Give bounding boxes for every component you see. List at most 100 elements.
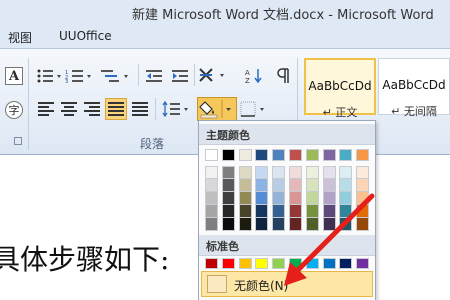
- theme-shade-swatch[interactable]: [289, 179, 302, 192]
- theme-shade-swatch[interactable]: [289, 166, 302, 179]
- standard-color-swatch[interactable]: [205, 258, 218, 269]
- style-normal[interactable]: AaBbCcDd ↵ 正文: [304, 58, 376, 119]
- theme-shade-swatch[interactable]: [339, 218, 353, 231]
- theme-shade-swatch[interactable]: [339, 179, 353, 192]
- distributed-button[interactable]: [130, 99, 150, 119]
- theme-color-swatch[interactable]: [221, 149, 235, 161]
- document-text[interactable]: 具体步骤如下:: [0, 238, 169, 278]
- standard-color-swatch[interactable]: [289, 258, 302, 269]
- theme-shade-swatch[interactable]: [221, 192, 235, 205]
- theme-color-swatch[interactable]: [272, 149, 286, 161]
- theme-shade-swatch[interactable]: [305, 166, 319, 179]
- theme-shade-swatch[interactable]: [356, 192, 370, 205]
- theme-shade-swatch[interactable]: [205, 218, 218, 231]
- standard-color-swatch[interactable]: [322, 258, 336, 269]
- theme-shade-swatch[interactable]: [356, 179, 370, 192]
- style-name: ↵ 无间隔: [391, 105, 437, 118]
- theme-shade-swatch[interactable]: [255, 218, 269, 231]
- align-right-button[interactable]: [82, 99, 102, 119]
- standard-color-swatch[interactable]: [221, 258, 235, 269]
- theme-shade-swatch[interactable]: [272, 192, 286, 205]
- theme-shade-swatch[interactable]: [221, 179, 235, 192]
- theme-shade-swatch[interactable]: [272, 218, 286, 231]
- standard-color-swatch[interactable]: [339, 258, 353, 269]
- theme-shade-swatch[interactable]: [289, 205, 302, 218]
- standard-color-swatch[interactable]: [356, 258, 370, 269]
- theme-shade-swatch[interactable]: [356, 205, 370, 218]
- theme-color-swatch[interactable]: [305, 149, 319, 161]
- decrease-indent-button[interactable]: [144, 66, 166, 86]
- theme-shade-swatch[interactable]: [255, 205, 269, 218]
- theme-color-swatch[interactable]: [255, 149, 269, 161]
- shading-button[interactable]: [197, 97, 237, 121]
- theme-shade-swatch[interactable]: [272, 179, 286, 192]
- theme-color-swatch[interactable]: [356, 149, 370, 161]
- theme-shade-swatch[interactable]: [272, 205, 286, 218]
- align-left-button[interactable]: [36, 99, 56, 119]
- bullets-button[interactable]: [36, 66, 64, 86]
- increase-indent-button[interactable]: [170, 66, 192, 86]
- theme-shade-swatch[interactable]: [322, 166, 336, 179]
- theme-shade-swatch[interactable]: [205, 205, 218, 218]
- title-bar: 新建 Microsoft Word 文档.docx - Microsoft Wo…: [0, 0, 450, 24]
- justify-button[interactable]: [105, 98, 127, 120]
- theme-colors-label: 主题颜色: [206, 129, 250, 142]
- theme-color-swatch[interactable]: [339, 149, 353, 161]
- theme-color-swatch[interactable]: [205, 149, 218, 161]
- line-spacing-button[interactable]: [162, 99, 192, 119]
- theme-shade-swatch[interactable]: [221, 166, 235, 179]
- theme-shade-swatch[interactable]: [238, 166, 252, 179]
- theme-shade-swatch[interactable]: [238, 192, 252, 205]
- theme-shade-swatch[interactable]: [305, 192, 319, 205]
- theme-shade-swatch[interactable]: [305, 179, 319, 192]
- theme-shade-swatch[interactable]: [221, 218, 235, 231]
- theme-shade-swatch[interactable]: [238, 218, 252, 231]
- show-hide-marks-button[interactable]: [273, 66, 293, 86]
- theme-shade-swatch[interactable]: [339, 205, 353, 218]
- theme-shade-swatch[interactable]: [356, 166, 370, 179]
- style-no-spacing[interactable]: AaBbCcDd ↵ 无间隔: [378, 58, 450, 118]
- theme-color-swatch[interactable]: [322, 149, 336, 161]
- theme-shade-swatch[interactable]: [356, 218, 370, 231]
- theme-shade-swatch[interactable]: [205, 179, 218, 192]
- theme-shade-swatch[interactable]: [305, 205, 319, 218]
- theme-shade-swatch[interactable]: [221, 205, 235, 218]
- theme-shade-swatch[interactable]: [322, 218, 336, 231]
- theme-shade-swatch[interactable]: [339, 166, 353, 179]
- theme-shade-swatch[interactable]: [238, 205, 252, 218]
- theme-shade-swatch[interactable]: [305, 218, 319, 231]
- theme-shade-swatch[interactable]: [205, 192, 218, 205]
- standard-color-swatch[interactable]: [305, 258, 319, 269]
- theme-shade-swatch[interactable]: [289, 192, 302, 205]
- tab-view[interactable]: 视图: [8, 29, 32, 46]
- theme-shade-swatch[interactable]: [255, 179, 269, 192]
- theme-color-swatch[interactable]: [289, 149, 302, 161]
- theme-shade-swatch[interactable]: [339, 192, 353, 205]
- theme-shade-swatch[interactable]: [205, 166, 218, 179]
- standard-color-swatch[interactable]: [255, 258, 269, 269]
- borders-button[interactable]: [240, 99, 270, 119]
- theme-shade-swatch[interactable]: [322, 179, 336, 192]
- chinese-layout-button[interactable]: [198, 64, 232, 86]
- no-color-swatch: [207, 275, 227, 293]
- theme-shade-swatch[interactable]: [289, 218, 302, 231]
- tab-uuoffice[interactable]: UUOffice: [59, 29, 112, 43]
- numbering-button[interactable]: 1 2 3: [65, 66, 95, 86]
- no-color-option[interactable]: 无颜色(N): [201, 271, 373, 297]
- enclose-characters-icon[interactable]: 字: [5, 101, 23, 119]
- theme-shade-swatch[interactable]: [322, 192, 336, 205]
- theme-shade-swatch[interactable]: [255, 166, 269, 179]
- standard-color-swatch[interactable]: [272, 258, 286, 269]
- theme-color-swatch[interactable]: [238, 149, 252, 161]
- sort-button[interactable]: A Z: [244, 66, 264, 86]
- theme-shade-swatch[interactable]: [272, 166, 286, 179]
- standard-color-swatch[interactable]: [238, 258, 252, 269]
- theme-shade-swatch[interactable]: [238, 179, 252, 192]
- align-center-button[interactable]: [59, 99, 79, 119]
- text-effects-icon[interactable]: A: [5, 67, 23, 85]
- separator: [138, 64, 139, 86]
- theme-shade-swatch[interactable]: [255, 192, 269, 205]
- multilevel-list-button[interactable]: [100, 66, 132, 86]
- font-dialog-launcher[interactable]: [14, 137, 22, 145]
- theme-shade-swatch[interactable]: [322, 205, 336, 218]
